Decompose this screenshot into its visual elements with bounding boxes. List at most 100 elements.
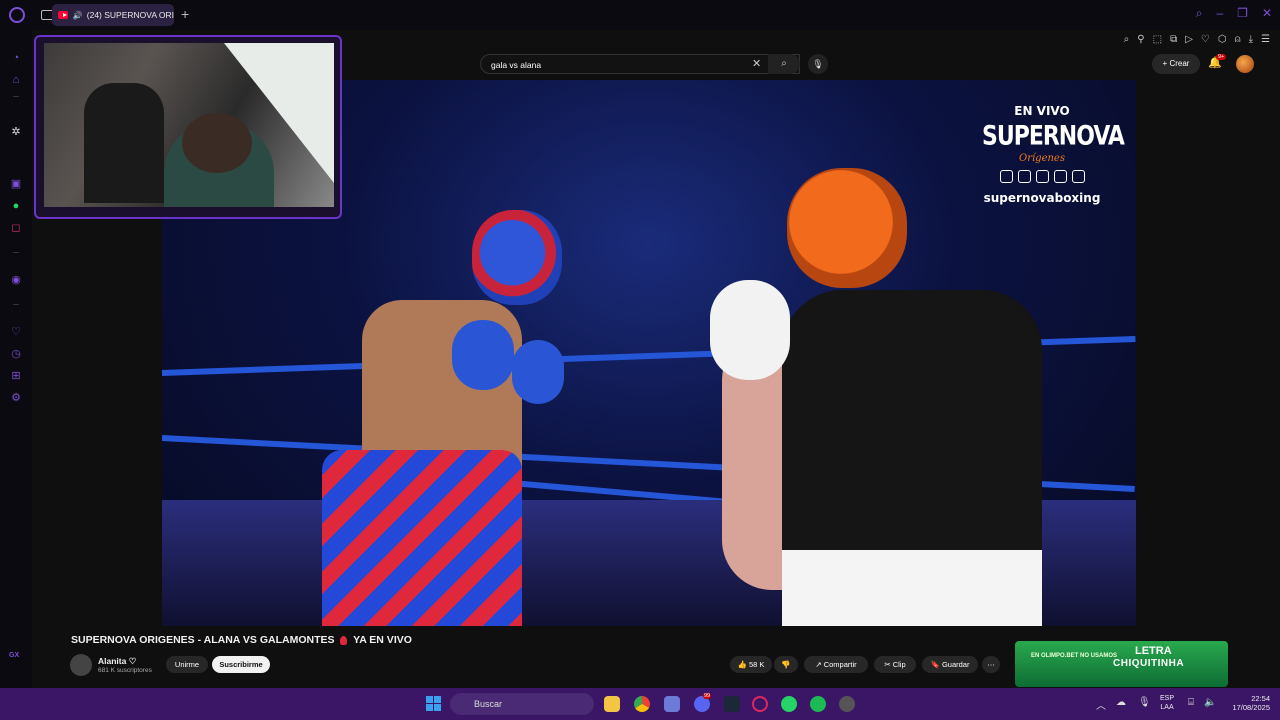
overlay-handle: supernovaboxing [983, 191, 1101, 205]
microphone-icon: 🎙 [812, 59, 824, 69]
sponsored-banner[interactable]: EN OLIMPO.BET NO USAMOS LETRA CHIQUITINH… [1015, 641, 1228, 687]
whatsapp-icon[interactable] [781, 696, 797, 712]
cleaner-icon[interactable]: ⌂ [10, 74, 22, 86]
more-actions-button[interactable]: ⋯ [982, 656, 1000, 673]
create-button[interactable]: + Crear [1152, 54, 1200, 74]
fighter-left-shorts [322, 450, 522, 626]
fighter-left-headgear [472, 210, 562, 305]
fighter-left-glove [452, 320, 514, 390]
keyboard-layout: LAA [1160, 704, 1174, 711]
app-icon[interactable] [839, 696, 855, 712]
webcam-overlay[interactable] [34, 35, 342, 219]
discord-badge: 99 [703, 693, 712, 699]
download-icon[interactable]: ⤓ [1249, 34, 1253, 45]
overlay-brand: SUPERNOVA [982, 121, 1125, 152]
store-icon[interactable] [664, 696, 680, 712]
twitch-icon[interactable]: ▣ [10, 178, 22, 190]
save-label: Guardar [941, 660, 970, 669]
share-label: Compartir [823, 660, 857, 669]
screen: 🔊 (24) SUPERNOVA ORI + ⌕ – ❐ ✕ ◔ ⌂ ✲ ▣ ●… [0, 0, 1280, 720]
volume-icon[interactable]: 🔈 [1204, 697, 1216, 708]
browser-top-bar: 🔊 (24) SUPERNOVA ORI + ⌕ – ❐ ✕ [0, 0, 1280, 30]
more-icon: ⋯ [987, 660, 995, 669]
taskbar-search-input[interactable]: Buscar [450, 693, 594, 715]
pin-icon[interactable]: ⚲ [1137, 34, 1144, 45]
speaker-icon[interactable]: 🔊 [73, 11, 83, 20]
language-indicator[interactable]: ESP LAA [1160, 694, 1174, 712]
file-explorer-icon[interactable] [604, 696, 620, 712]
history-icon[interactable]: ◷ [10, 348, 22, 360]
twitch-icon [999, 170, 1013, 183]
cloud-icon[interactable]: ☁ [1116, 697, 1126, 708]
like-count: 58 K [749, 660, 765, 669]
tiktok-icon [1053, 170, 1067, 183]
heart-icon[interactable]: ♡ [10, 326, 22, 338]
gx-control-icon[interactable]: ◔ [10, 52, 22, 64]
join-button[interactable]: Unirme [166, 656, 208, 673]
favorite-icon[interactable]: ♡ [1201, 34, 1210, 45]
profile-icon[interactable]: ⍝ [1235, 34, 1241, 45]
scissors-icon: ✂ [884, 660, 893, 669]
sidebar-gx-label: GX [9, 652, 20, 659]
clear-search-icon[interactable]: ✕ [752, 57, 761, 70]
windows-start-icon[interactable] [426, 696, 441, 711]
instagram-icon[interactable]: ◻ [10, 222, 22, 234]
network-icon[interactable]: ⌸ [1188, 697, 1194, 708]
chatgpt-icon[interactable]: ✲ [10, 126, 22, 138]
sidebar-divider [13, 96, 19, 97]
thumbs-down-icon: 👎 [781, 660, 791, 669]
fighter-right-headgear [787, 168, 907, 288]
maximize-icon[interactable]: ❐ [1237, 6, 1248, 21]
language-code: ESP [1160, 695, 1175, 702]
share-button[interactable]: ↗ Compartir [804, 656, 868, 673]
close-icon[interactable]: ✕ [1262, 6, 1272, 21]
cast-icon[interactable]: ⧉ [1170, 34, 1177, 45]
thumbs-up-icon: 👍 [737, 660, 749, 669]
browser-sidebar: ◔ ⌂ ✲ ▣ ● ◻ ◉ ♡ ◷ ⊞ ⚙ GX [0, 30, 32, 688]
sidebar-divider [13, 304, 19, 305]
player-icon[interactable]: ◉ [10, 274, 22, 286]
gaming-chair [84, 83, 164, 203]
plus-icon[interactable]: + [181, 6, 189, 22]
minimize-icon[interactable]: – [1216, 6, 1223, 21]
play-icon[interactable]: ▷ [1185, 34, 1193, 45]
chevron-up-icon[interactable]: ︿ [1096, 697, 1106, 712]
fighter-right-glove [710, 280, 790, 380]
account-avatar[interactable] [1236, 55, 1254, 73]
snapshot-icon[interactable]: ⬚ [1153, 34, 1162, 45]
channel-name[interactable]: Alanita ♡ [98, 656, 136, 667]
clock-date: 17/08/2025 [1232, 703, 1270, 712]
youtube-favicon-icon [58, 11, 68, 19]
extension-icon[interactable]: ⬡ [1218, 34, 1227, 45]
clock[interactable]: 22:54 17/08/2025 [1226, 694, 1270, 712]
opera-gx-icon[interactable] [752, 696, 768, 712]
tab-youtube[interactable]: 🔊 (24) SUPERNOVA ORI [52, 4, 174, 26]
whatsapp-icon[interactable]: ● [10, 200, 22, 212]
video-title-main: SUPERNOVA ORIGENES - ALANA VS GALAMONTES [71, 634, 335, 646]
menu-icon[interactable]: ☰ [1261, 34, 1270, 45]
like-button[interactable]: 👍 58 K [730, 656, 772, 673]
zoom-icon[interactable]: ⌕ [1124, 34, 1130, 45]
bookmark-icon: 🔖 [930, 660, 942, 669]
channel-avatar[interactable] [70, 654, 92, 676]
save-button[interactable]: 🔖 Guardar [922, 656, 978, 673]
window-controls: ⌕ – ❐ ✕ [1196, 6, 1272, 21]
search-button[interactable]: ⌕ [768, 54, 800, 74]
clip-button[interactable]: ✂ Clip [874, 656, 916, 673]
ad-headline-1: LETRA [1135, 645, 1172, 657]
clip-label: Clip [892, 660, 906, 669]
overlay-live-label: EN VIVO [1014, 104, 1070, 118]
spotify-icon[interactable] [810, 696, 826, 712]
extensions-icon[interactable]: ⊞ [10, 370, 22, 382]
steam-icon[interactable] [724, 696, 740, 712]
broadcast-overlay: EN VIVO SUPERNOVA Orígenes supernovaboxi… [982, 104, 1125, 205]
microphone-icon[interactable]: 🎙 [1138, 697, 1151, 708]
chrome-icon[interactable] [634, 696, 650, 712]
subscribe-button[interactable]: Suscribirme [212, 656, 270, 673]
opera-gx-logo-icon[interactable] [9, 7, 25, 23]
overlay-social-icons [982, 170, 1102, 183]
dislike-button[interactable]: 👎 [774, 656, 798, 673]
search-icon[interactable]: ⌕ [1196, 6, 1203, 21]
settings-icon[interactable]: ⚙ [10, 392, 22, 404]
voice-search-button[interactable]: 🎙 [808, 54, 828, 74]
